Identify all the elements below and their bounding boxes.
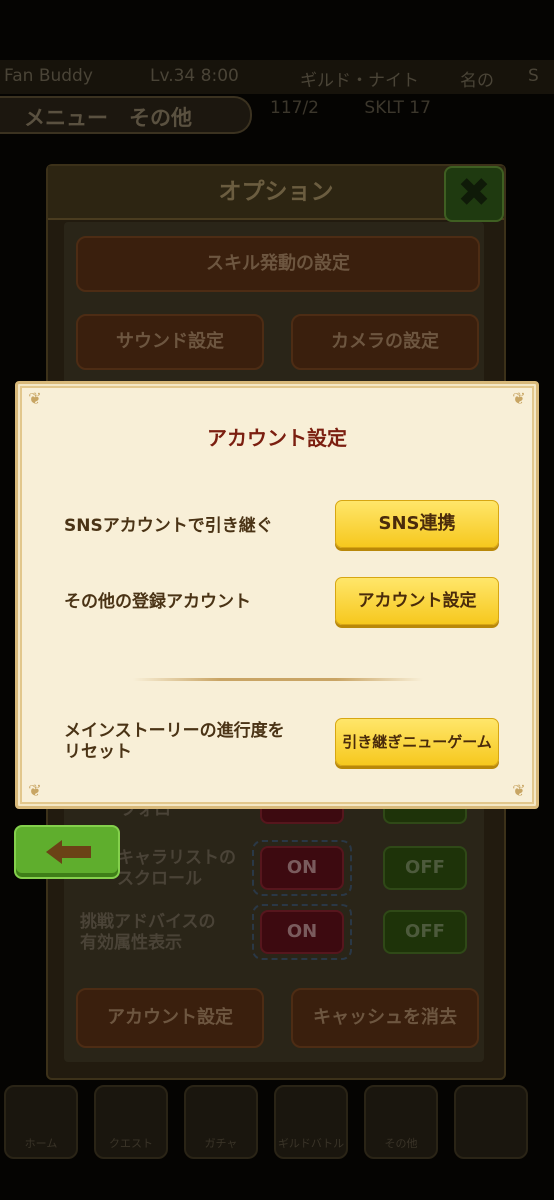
clear-cache-button[interactable]: キャッシュを消去	[291, 988, 479, 1048]
stamina-value: 117/2	[270, 98, 319, 118]
nav-quest[interactable]: クエスト	[94, 1085, 168, 1159]
bottom-nav: ホーム クエスト ガチャ ギルドバトル その他	[0, 1085, 554, 1165]
advice-attribute-label: 挑戦アドバイスの 有効属性表示	[80, 912, 216, 953]
corner-ornament-icon: ❦	[512, 781, 526, 800]
back-arrow-shaft	[61, 846, 91, 858]
chara-scroll-on-button[interactable]: ON	[260, 846, 344, 890]
account-settings-button[interactable]: アカウント設定	[335, 577, 499, 625]
divider	[133, 678, 423, 681]
sound-settings-button[interactable]: サウンド設定	[76, 314, 264, 370]
sns-link-button[interactable]: SNS連携	[335, 500, 499, 548]
advice-off-button[interactable]: OFF	[383, 910, 467, 954]
player-name: Fan Buddy	[4, 66, 93, 86]
topbar-extra-2: S	[528, 66, 539, 86]
advice-on-button[interactable]: ON	[260, 910, 344, 954]
close-x-icon[interactable]: ✖	[444, 166, 504, 222]
other-account-label: その他の登録アカウント	[64, 592, 251, 612]
camera-settings-button[interactable]: カメラの設定	[291, 314, 479, 370]
nav-extra[interactable]	[454, 1085, 528, 1159]
corner-ornament-icon: ❦	[28, 389, 42, 408]
nav-gacha[interactable]: ガチャ	[184, 1085, 258, 1159]
account-settings-dialog: ❦ ❦ ❦ ❦ アカウント設定 SNSアカウントで引き継ぐ SNS連携 その他の…	[15, 381, 539, 809]
back-button[interactable]	[14, 825, 120, 879]
breadcrumb: メニュー その他	[0, 96, 252, 134]
chara-scroll-off-button[interactable]: OFF	[383, 846, 467, 890]
skill-activation-button[interactable]: スキル発動の設定	[76, 236, 480, 292]
corner-ornament-icon: ❦	[512, 389, 526, 408]
side-widget	[500, 130, 550, 200]
reset-story-label: メインストーリーの進行度を リセット	[64, 721, 285, 762]
account-settings-bg-button[interactable]: アカウント設定	[76, 988, 264, 1048]
stamina-status: 117/2 SKLT 17	[270, 98, 431, 118]
player-level: Lv.34 8:00	[150, 66, 239, 86]
back-arrow-icon	[46, 840, 62, 864]
nav-guild-battle[interactable]: ギルドバトル	[274, 1085, 348, 1159]
chara-scroll-label: キャラリストの スクロール	[117, 848, 236, 889]
new-game-button[interactable]: 引き継ぎニューゲーム	[335, 718, 499, 766]
skill-value: SKLT 17	[364, 98, 431, 118]
dialog-title: アカウント設定	[207, 426, 347, 450]
top-status-bar: Fan Buddy Lv.34 8:00 ギルド・ナイト 名の S	[0, 60, 554, 94]
nav-home[interactable]: ホーム	[4, 1085, 78, 1159]
sns-transfer-label: SNSアカウントで引き継ぐ	[64, 516, 273, 536]
corner-ornament-icon: ❦	[28, 781, 42, 800]
guild-name: ギルド・ナイト	[300, 71, 419, 91]
nav-other[interactable]: その他	[364, 1085, 438, 1159]
topbar-extra: 名の	[460, 71, 494, 91]
options-title: オプション	[48, 166, 504, 220]
breadcrumb-text: メニュー その他	[24, 106, 192, 130]
